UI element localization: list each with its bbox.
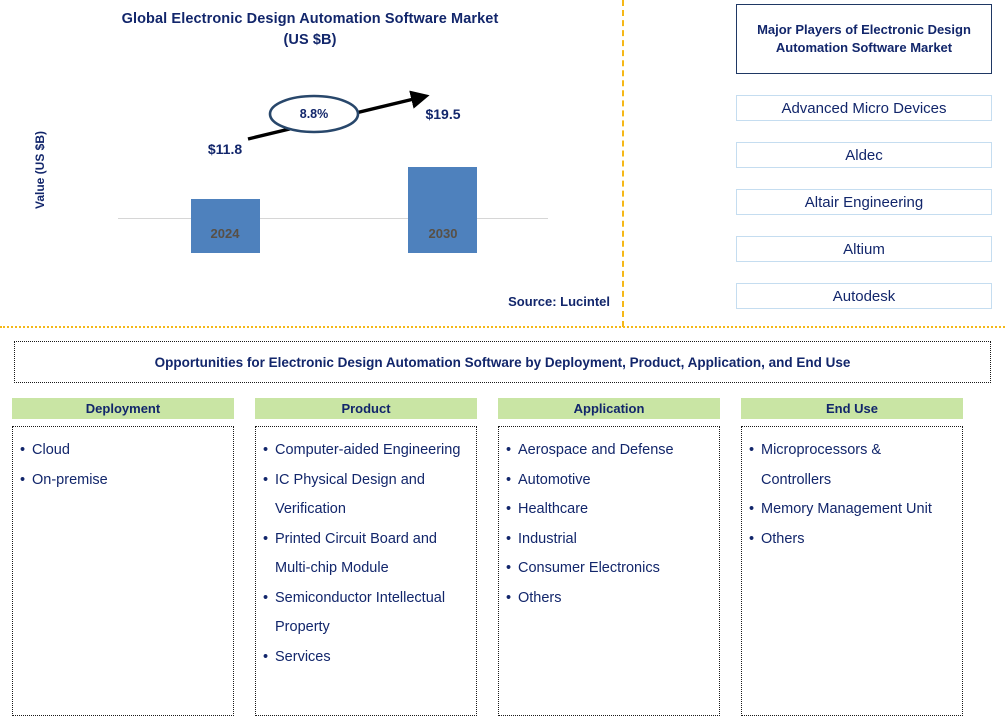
list-item: Semiconductor Intellectual Property — [263, 584, 468, 643]
column-body-end-use: Microprocessors & Controllers Memory Man… — [741, 426, 963, 716]
column-product: Product Computer-aided Engineering IC Ph… — [255, 398, 477, 716]
horizontal-divider — [0, 326, 1005, 328]
list-deployment: Cloud On-premise — [20, 436, 225, 495]
list-application: Aerospace and Defense Automotive Healthc… — [506, 436, 711, 613]
column-end-use: End Use Microprocessors & Controllers Me… — [741, 398, 963, 716]
chart-title: Global Electronic Design Automation Soft… — [60, 9, 560, 51]
player-item[interactable]: Advanced Micro Devices — [736, 95, 992, 121]
vertical-divider — [622, 0, 624, 327]
list-item: On-premise — [20, 466, 225, 496]
opportunities-columns: Deployment Cloud On-premise Product Comp… — [12, 398, 993, 716]
list-item: Industrial — [506, 525, 711, 555]
list-product: Computer-aided Engineering IC Physical D… — [263, 436, 468, 672]
column-body-application: Aerospace and Defense Automotive Healthc… — [498, 426, 720, 716]
column-body-product: Computer-aided Engineering IC Physical D… — [255, 426, 477, 716]
opportunities-header: Opportunities for Electronic Design Auto… — [14, 341, 991, 383]
column-header-application: Application — [498, 398, 720, 419]
bar-chart-plot: Value (US $B) $11.8 $19.5 2024 2030 8.8% — [0, 78, 622, 253]
column-application: Application Aerospace and Defense Automo… — [498, 398, 720, 716]
list-item: Printed Circuit Board and Multi-chip Mod… — [263, 525, 468, 584]
chart-source: Source: Lucintel — [508, 294, 610, 309]
player-item[interactable]: Autodesk — [736, 283, 992, 309]
column-deployment: Deployment Cloud On-premise — [12, 398, 234, 716]
list-item: Memory Management Unit — [749, 495, 954, 525]
list-item: IC Physical Design and Verification — [263, 466, 468, 525]
chart-title-line-1: Global Electronic Design Automation Soft… — [121, 11, 499, 27]
player-item[interactable]: Altair Engineering — [736, 189, 992, 215]
major-players-title: Major Players of Electronic Design Autom… — [736, 4, 992, 74]
cagr-label: 8.8% — [299, 107, 329, 121]
list-item: Microprocessors & Controllers — [749, 436, 954, 495]
market-chart-panel: Global Electronic Design Automation Soft… — [0, 0, 622, 327]
infographic-page: Global Electronic Design Automation Soft… — [0, 0, 1005, 725]
list-item: Consumer Electronics — [506, 554, 711, 584]
list-end-use: Microprocessors & Controllers Memory Man… — [749, 436, 954, 554]
player-item[interactable]: Aldec — [736, 142, 992, 168]
list-item: Aerospace and Defense — [506, 436, 711, 466]
list-item: Services — [263, 643, 468, 673]
column-header-end-use: End Use — [741, 398, 963, 419]
list-item: Others — [749, 525, 954, 555]
list-item: Others — [506, 584, 711, 614]
list-item: Computer-aided Engineering — [263, 436, 468, 466]
list-item: Automotive — [506, 466, 711, 496]
list-item: Cloud — [20, 436, 225, 466]
cagr-growth-arrow — [247, 90, 430, 141]
player-item[interactable]: Altium — [736, 236, 992, 262]
major-players-panel: Major Players of Electronic Design Autom… — [736, 4, 992, 309]
list-item: Healthcare — [506, 495, 711, 525]
column-header-deployment: Deployment — [12, 398, 234, 419]
column-body-deployment: Cloud On-premise — [12, 426, 234, 716]
column-header-product: Product — [255, 398, 477, 419]
chart-title-line-2: (US $B) — [283, 32, 337, 48]
